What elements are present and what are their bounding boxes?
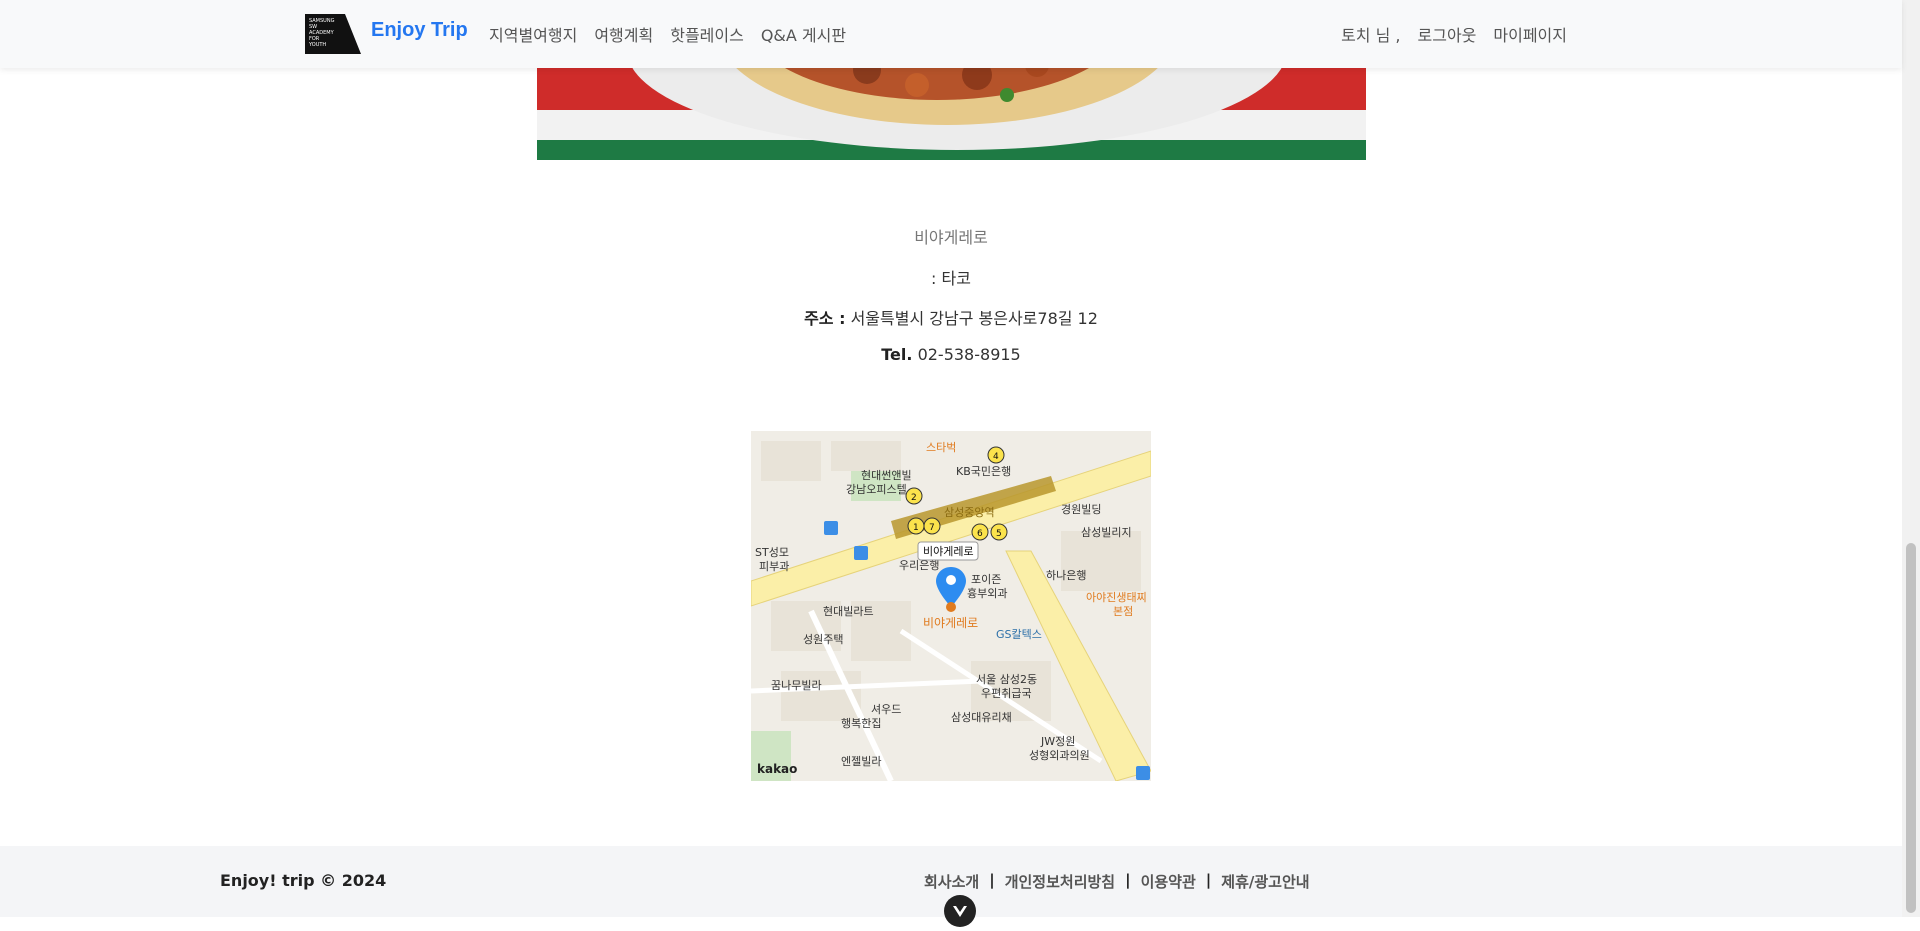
svg-text:현대빌라트: 현대빌라트	[823, 605, 874, 618]
svg-text:하나은행: 하나은행	[1046, 568, 1086, 582]
footer-separator: |	[1125, 871, 1131, 889]
svg-text:셔우드: 셔우드	[871, 703, 901, 716]
top-navbar: SAMSUNG SW ACADEMY FOR YOUTH Enjoy Trip …	[0, 0, 1902, 68]
svg-text:경원빌딩: 경원빌딩	[1061, 503, 1101, 516]
svg-text:우편취급국: 우편취급국	[981, 687, 1032, 700]
scrollbar-thumb[interactable]	[1906, 543, 1916, 913]
svg-text:kakao: kakao	[757, 762, 797, 776]
svg-text:스타벅: 스타벅	[926, 441, 956, 454]
place-category: : 타코	[931, 269, 971, 288]
footer-links: 회사소개 | 개인정보처리방침 | 이용약관 | 제휴/광고안내	[924, 871, 1310, 892]
user-nav: 토치 님 , 로그아웃 마이페이지	[1341, 22, 1567, 46]
kakao-map[interactable]: 2 4 1 7 5 6 스타벅 현대썬앤빌 강남오피스텔 KB국민은행 삼성중앙…	[751, 431, 1151, 781]
main-nav: 지역별여행지 여행계획 핫플레이스 Q&A 게시판	[489, 22, 846, 46]
vue-devtools-icon[interactable]	[944, 895, 976, 927]
footer-copyright: Enjoy! trip © 2024	[220, 871, 387, 890]
nav-regional-destinations[interactable]: 지역별여행지	[489, 22, 577, 46]
nav-qna-board[interactable]: Q&A 게시판	[761, 22, 846, 46]
svg-text:흉부외과: 흉부외과	[967, 586, 1007, 600]
tel-value: 02-538-8915	[917, 345, 1021, 364]
svg-text:1: 1	[913, 523, 919, 533]
place-name: 비야게레로	[914, 228, 988, 247]
svg-text:비야게레로: 비야게레로	[923, 545, 974, 558]
nav-trip-plan[interactable]: 여행계획	[594, 22, 653, 46]
svg-text:꿈나무빌라: 꿈나무빌라	[771, 679, 822, 692]
footer-link-company[interactable]: 회사소개	[924, 871, 979, 892]
svg-text:삼성중앙역: 삼성중앙역	[944, 506, 995, 519]
svg-text:엔젤빌라: 엔젤빌라	[841, 755, 881, 768]
brand-link[interactable]: Enjoy Trip	[371, 19, 468, 42]
svg-text:현대썬앤빌: 현대썬앤빌	[861, 469, 912, 482]
svg-text:YOUTH: YOUTH	[308, 42, 326, 48]
svg-text:아야진생태찌: 아야진생태찌	[1086, 591, 1147, 604]
svg-text:KB국민은행: KB국민은행	[956, 465, 1011, 478]
place-address-row: 주소 : 서울특별시 강남구 봉은사로78길 12	[0, 305, 1902, 329]
address-label: 주소 :	[804, 309, 846, 328]
address-value: 서울특별시 강남구 봉은사로78길 12	[850, 309, 1098, 328]
logout-link[interactable]: 로그아웃	[1418, 22, 1477, 46]
svg-text:성형외과의원: 성형외과의원	[1029, 749, 1090, 762]
svg-text:피부과: 피부과	[759, 560, 789, 573]
svg-text:강남오피스텔: 강남오피스텔	[846, 483, 907, 496]
footer-separator: |	[989, 871, 995, 889]
svg-text:본점: 본점	[1113, 605, 1133, 618]
svg-text:포이즌: 포이즌	[971, 573, 1001, 586]
svg-text:삼성빌리지: 삼성빌리지	[1081, 526, 1132, 539]
svg-text:삼성대유리채: 삼성대유리채	[951, 711, 1012, 724]
footer-link-privacy[interactable]: 개인정보처리방침	[1005, 871, 1115, 892]
svg-text:5: 5	[996, 529, 1002, 539]
svg-text:6: 6	[977, 529, 983, 539]
place-tel-row: Tel. 02-538-8915	[0, 345, 1902, 364]
svg-text:7: 7	[929, 523, 935, 533]
tel-label: Tel.	[881, 345, 913, 364]
svg-text:GS칼텍스: GS칼텍스	[996, 628, 1042, 641]
svg-text:성원주택: 성원주택	[803, 633, 843, 646]
footer-link-terms[interactable]: 이용약관	[1141, 871, 1196, 892]
footer-link-partnership[interactable]: 제휴/광고안내	[1221, 871, 1309, 892]
svg-text:서울 삼성2동: 서울 삼성2동	[976, 673, 1037, 686]
samsung-academy-logo[interactable]: SAMSUNG SW ACADEMY FOR YOUTH	[305, 14, 361, 54]
svg-text:비야게레로: 비야게레로	[923, 616, 978, 630]
svg-text:JW정원: JW정원	[1040, 735, 1075, 748]
footer-separator: |	[1205, 871, 1212, 889]
svg-text:우리은행: 우리은행	[899, 559, 939, 572]
svg-text:행복한집: 행복한집	[841, 717, 881, 730]
mypage-link[interactable]: 마이페이지	[1493, 22, 1567, 46]
svg-text:2: 2	[911, 493, 917, 503]
page-scrollbar[interactable]	[1902, 0, 1920, 917]
user-greeting: 토치 님 ,	[1341, 26, 1401, 45]
svg-text:4: 4	[993, 452, 999, 462]
nav-hot-places[interactable]: 핫플레이스	[670, 22, 744, 46]
svg-text:ST성모: ST성모	[755, 546, 789, 559]
